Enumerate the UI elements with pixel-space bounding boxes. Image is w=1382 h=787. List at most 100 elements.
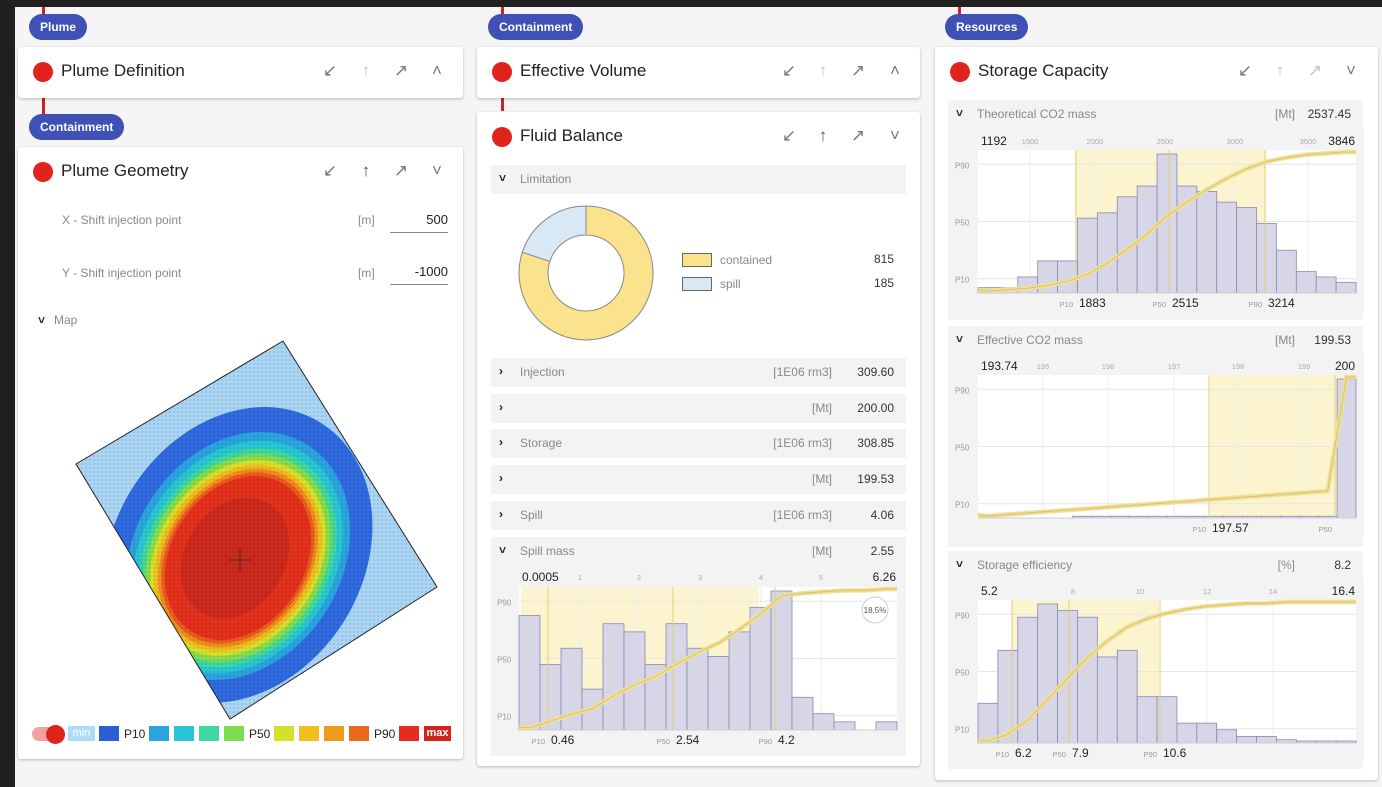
x-shift-input[interactable]: 500 xyxy=(390,212,448,233)
arrow-up-right-icon[interactable]: ↗ xyxy=(391,161,411,181)
card-header[interactable]: Effective Volume ↙ ↑ ↗ ˄ xyxy=(477,47,920,97)
arrow-down-left-icon[interactable]: ↙ xyxy=(320,61,340,81)
y-shift-input[interactable]: -1000 xyxy=(390,264,448,285)
row-label: Spill mass xyxy=(520,544,575,558)
badge-containment[interactable]: Containment xyxy=(29,114,125,140)
limitation-donut-chart xyxy=(518,205,654,341)
row-label: Spill xyxy=(520,508,543,522)
x-tick-label: 8 xyxy=(1071,587,1075,596)
arrow-down-left-icon[interactable]: ↙ xyxy=(779,61,799,81)
spill-label: spill xyxy=(720,277,741,291)
injection-row[interactable]: › Injection [1E06 rm3] 309.60 xyxy=(491,358,906,387)
theoretical-co2-histogram[interactable]: P90 P50 P10 1192 3846 1500 2000 2500 3000 3500 P10… xyxy=(949,130,1364,312)
storage-mass-row[interactable]: › [Mt] 199.53 xyxy=(491,465,906,494)
x-tick-label: 197 xyxy=(1168,362,1181,371)
spill-mass-histogram[interactable]: P90 P50 P10 0.0005 6.26 1 2 3 4 5 P10 0.46 P50 2.54 P9… xyxy=(491,566,906,752)
arrow-up-right-icon[interactable]: ↗ xyxy=(848,126,868,146)
x-shift-label: X - Shift injection point xyxy=(62,213,182,227)
chevron-right-icon: › xyxy=(499,400,503,414)
section-unit: [Mt] xyxy=(1275,107,1295,121)
histogram-bar xyxy=(1256,735,1277,744)
card-header[interactable]: Plume Definition ↙ ↑ ↗ ˄ xyxy=(18,47,463,97)
chevron-up-icon[interactable]: ˄ xyxy=(427,61,447,81)
injection-mass-row[interactable]: › [Mt] 200.00 xyxy=(491,394,906,423)
scale-swatch xyxy=(299,726,319,741)
arrow-up-icon[interactable]: ↑ xyxy=(1270,61,1290,81)
x-tick-label: 14 xyxy=(1269,587,1277,596)
scale-max-chip: max xyxy=(424,726,451,741)
storage-row[interactable]: › Storage [1E06 rm3] 308.85 xyxy=(491,429,906,458)
histogram-bar xyxy=(770,590,793,731)
plume-map[interactable] xyxy=(60,330,450,730)
storage-efficiency-histogram[interactable]: P90 P50 P10 5.2 16.4 8 10 12 14 P10 6.2 P50 7.9 P90 10… xyxy=(949,580,1364,762)
arrow-up-icon[interactable]: ↑ xyxy=(356,161,376,181)
scale-toggle-knob[interactable] xyxy=(46,725,65,744)
card-header[interactable]: Fluid Balance ↙ ↑ ↗ ˅ xyxy=(477,112,920,162)
card-header[interactable]: Storage Capacity ↙ ↑ ↗ ˅ xyxy=(935,47,1378,97)
percentile-tag: P50 xyxy=(657,737,670,746)
badge-resources[interactable]: Resources xyxy=(945,14,1029,40)
status-dot xyxy=(492,62,512,82)
badge-containment[interactable]: Containment xyxy=(488,14,584,40)
histogram-bar xyxy=(602,623,625,731)
section-label: Theoretical CO2 mass xyxy=(977,107,1097,121)
arrow-up-right-icon[interactable]: ↗ xyxy=(1305,61,1325,81)
x-max-label: 3846 xyxy=(1328,134,1355,148)
arrow-up-icon[interactable]: ↑ xyxy=(813,126,833,146)
x-tick-label: 3 xyxy=(698,573,702,582)
histogram-bar xyxy=(875,721,898,731)
chevron-down-icon: ˅ xyxy=(956,332,964,346)
row-value: 199.53 xyxy=(857,472,894,486)
chevron-down-icon[interactable]: ˅ xyxy=(427,161,447,181)
histogram-bar xyxy=(1196,722,1218,744)
x-tick-label: 1500 xyxy=(1022,137,1039,146)
contained-value: 815 xyxy=(873,252,894,266)
spill-row[interactable]: › Spill [1E06 rm3] 4.06 xyxy=(491,501,906,530)
arrow-up-right-icon[interactable]: ↗ xyxy=(391,61,411,81)
arrow-down-left-icon[interactable]: ↙ xyxy=(1235,61,1255,81)
x-tick-label: 196 xyxy=(1102,362,1115,371)
x-tick-label: 198 xyxy=(1232,362,1245,371)
percentile-tag: P90 xyxy=(1144,750,1157,759)
x-shift-unit: [m] xyxy=(358,213,375,227)
x-tick-label: 3000 xyxy=(1227,137,1244,146)
card-header[interactable]: Plume Geometry ↙ ↑ ↗ ˅ xyxy=(18,147,463,197)
card-title: Storage Capacity xyxy=(978,61,1109,80)
percentile-tag: P10 xyxy=(1060,300,1073,309)
badge-plume[interactable]: Plume xyxy=(29,14,88,40)
x-tick-label: 2500 xyxy=(1157,137,1174,146)
section-label: Effective CO2 mass xyxy=(977,333,1083,347)
chevron-down-icon[interactable]: ˅ xyxy=(885,126,905,146)
histogram-bar xyxy=(1216,729,1238,744)
y-shift-label: Y - Shift injection point xyxy=(62,266,182,280)
arrow-down-left-icon[interactable]: ↙ xyxy=(779,126,799,146)
contained-label: contained xyxy=(720,253,773,267)
row-unit: [Mt] xyxy=(812,544,832,558)
arrow-up-right-icon[interactable]: ↗ xyxy=(848,61,868,81)
arrow-down-left-icon[interactable]: ↙ xyxy=(320,161,340,181)
x-tick-label: 4 xyxy=(759,573,763,582)
scale-min-chip: min xyxy=(68,726,95,741)
card-title: Fluid Balance xyxy=(520,126,624,145)
effective-co2-histogram[interactable]: P90 P50 P10 193.74 200 195 196 197 198 199 P10 197.… xyxy=(949,355,1364,537)
section-unit: [%] xyxy=(1277,558,1295,572)
x-tick-label: 2 xyxy=(637,573,641,582)
row-unit: [1E06 rm3] xyxy=(773,508,832,522)
percentile-value: 7.9 xyxy=(1072,746,1089,760)
chevron-right-icon: › xyxy=(499,435,503,449)
percentile-value: 1883 xyxy=(1079,296,1106,310)
chevron-up-icon[interactable]: ˄ xyxy=(885,61,905,81)
row-value: 308.85 xyxy=(857,436,894,450)
histogram-bar xyxy=(728,631,751,731)
row-unit: [1E06 rm3] xyxy=(773,365,832,379)
chevron-down-icon[interactable]: ˅ xyxy=(1341,61,1361,81)
limitation-section[interactable]: ˅ Limitation xyxy=(491,165,906,194)
map-toggle[interactable]: ˅ Map xyxy=(38,313,77,327)
percentile-value: 2.54 xyxy=(676,733,700,747)
percentile-tag: P10 xyxy=(1193,525,1206,534)
status-dot xyxy=(950,62,970,82)
x-tick-label: 10 xyxy=(1136,587,1144,596)
arrow-up-icon[interactable]: ↑ xyxy=(356,61,376,81)
percentile-value: 0.46 xyxy=(551,733,575,747)
arrow-up-icon[interactable]: ↑ xyxy=(813,61,833,81)
